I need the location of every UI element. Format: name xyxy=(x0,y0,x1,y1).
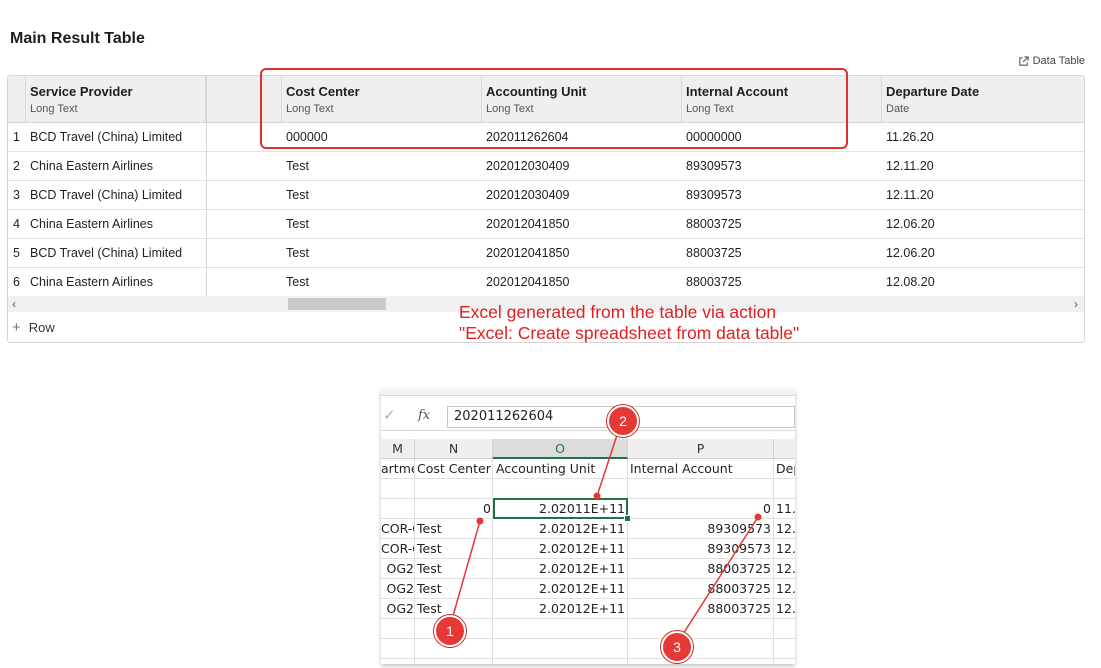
callout-dot-3 xyxy=(754,513,762,521)
callout-badge: 3 xyxy=(661,631,693,663)
callout-dot-1 xyxy=(476,517,484,525)
callout-badge: 2 xyxy=(607,405,639,437)
callout-dot-2 xyxy=(593,492,601,500)
callout-line-3 xyxy=(675,516,759,646)
callout-lines xyxy=(448,419,762,646)
callout-badge: 1 xyxy=(434,615,466,647)
callout-line-1 xyxy=(448,520,481,631)
